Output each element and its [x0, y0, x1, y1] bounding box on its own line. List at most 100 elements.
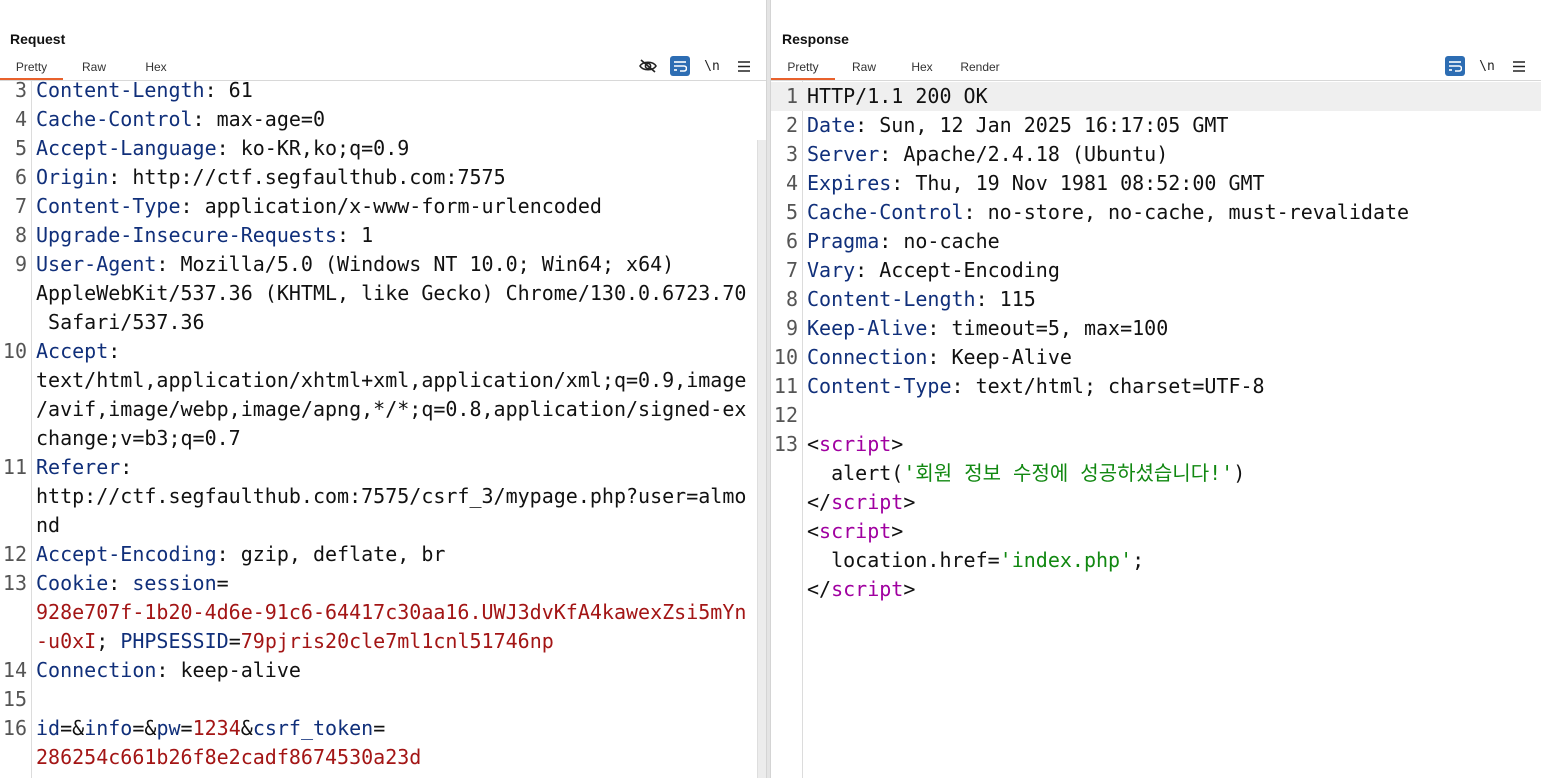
code-token: Content-Length — [36, 78, 205, 102]
code-line: 14 Connection: keep-alive — [0, 656, 766, 685]
line-number: 7 — [14, 194, 27, 218]
line-content: location.href='index.php'; — [807, 546, 1144, 575]
line-content: <script> — [807, 430, 903, 459]
line-number: 11 — [773, 374, 798, 398]
code-token: : Apache/2.4.18 (Ubuntu) — [879, 142, 1169, 166]
code-line: 15 — [0, 685, 766, 714]
code-token: : application/x-www-form-urlencoded — [180, 194, 602, 218]
line-number: 4 — [14, 107, 27, 131]
code-line: 4 Expires: Thu, 19 Nov 1981 08:52:00 GMT — [771, 169, 1541, 198]
response-toolbar: \n — [1445, 55, 1529, 77]
code-token: ) — [1233, 461, 1246, 485]
request-editor[interactable]: 3 Content-Length: 61 4 Cache-Control: max-a… — [0, 78, 766, 778]
code-line: 2 Date: Sun, 12 Jan 2025 16:17:05 GMT — [771, 111, 1541, 140]
line-number: 6 — [785, 229, 798, 253]
tab-hex[interactable]: Hex — [893, 58, 951, 80]
code-token: script — [819, 432, 892, 456]
code-token: Cookie — [36, 571, 109, 595]
code-token: : Mozilla/5.0 (Windows NT 10.0; Win64; x… — [156, 252, 675, 276]
newline-toggle-button[interactable]: \n — [702, 56, 722, 76]
code-line: 7 Content-Type: application/x-www-form-ur… — [0, 192, 766, 221]
line-content: Cache-Control: no-store, no-cache, must-… — [807, 198, 1409, 227]
code-line: </script> — [771, 488, 1541, 517]
code-token: > — [903, 490, 916, 514]
code-token: pw — [156, 716, 181, 740]
line-content: </script> — [807, 488, 915, 517]
request-title: Request — [10, 31, 66, 47]
line-content: change;v=b3;q=0.7 — [36, 424, 241, 453]
code-token: '회원 정보 수정에 성공하셨습니다!' — [903, 461, 1234, 485]
line-number: 3 — [14, 78, 27, 102]
newline-toggle-button[interactable]: \n — [1477, 56, 1497, 76]
code-token: script — [831, 577, 904, 601]
eye-off-icon[interactable] — [638, 56, 658, 76]
code-token: alert( — [807, 461, 904, 485]
code-line: 9 Keep-Alive: timeout=5, max=100 — [771, 314, 1541, 343]
code-line: Safari/537.36 — [0, 308, 766, 337]
code-line: 7 Vary: Accept-Encoding — [771, 256, 1541, 285]
code-line: 3 Server: Apache/2.4.18 (Ubuntu) — [771, 140, 1541, 169]
code-line: alert('회원 정보 수정에 성공하셨습니다!') — [771, 459, 1541, 488]
code-line: 6 Pragma: no-cache — [771, 227, 1541, 256]
line-number: 3 — [785, 142, 798, 166]
code-token: : Accept-Encoding — [855, 258, 1060, 282]
line-number: 2 — [785, 113, 798, 137]
line-number: 9 — [14, 252, 27, 276]
code-line: 11 Referer: — [0, 453, 766, 482]
line-content: /avif,image/webp,image/apng,*/*;q=0.8,ap… — [36, 395, 746, 424]
code-token: session — [132, 571, 217, 595]
code-token: http://ctf.segfaulthub.com:7575/csrf_3/m… — [36, 484, 747, 508]
code-token: : 61 — [204, 78, 253, 102]
code-token: Server — [807, 142, 880, 166]
code-line: 5 Accept-Language: ko-KR,ko;q=0.9 — [0, 134, 766, 163]
line-content: Vary: Accept-Encoding — [807, 256, 1060, 285]
line-content: User-Agent: Mozilla/5.0 (Windows NT 10.0… — [36, 250, 674, 279]
code-token: script — [831, 490, 904, 514]
code-token: & — [240, 716, 253, 740]
code-token: Content-Type — [36, 194, 181, 218]
tab-pretty[interactable]: Pretty — [771, 58, 835, 80]
line-content: 286254c661b26f8e2cadf8674530a23d — [36, 743, 421, 772]
line-content: AppleWebKit/537.36 (KHTML, like Gecko) C… — [36, 279, 746, 308]
code-line: http://ctf.segfaulthub.com:7575/csrf_3/m… — [0, 482, 766, 511]
code-token: AppleWebKit/537.36 (KHTML, like Gecko) C… — [36, 281, 747, 305]
line-number: 8 — [785, 287, 798, 311]
line-content: Accept: — [36, 337, 120, 366]
line-number: 5 — [785, 200, 798, 224]
code-token: /avif,image/webp,image/apng,*/*;q=0.8,ap… — [36, 397, 747, 421]
code-line: AppleWebKit/537.36 (KHTML, like Gecko) C… — [0, 279, 766, 308]
request-toolbar: \n — [638, 55, 754, 77]
tab-raw[interactable]: Raw — [835, 58, 893, 80]
line-content: Safari/537.36 — [36, 308, 205, 337]
line-content: Connection: Keep-Alive — [807, 343, 1072, 372]
response-editor[interactable]: 1 HTTP/1.1 200 OK 2 Date: Sun, 12 Jan 2025 … — [771, 81, 1541, 778]
code-line: 1 HTTP/1.1 200 OK — [771, 82, 1541, 111]
request-scrollbar[interactable] — [757, 140, 766, 778]
code-token: </ — [807, 490, 832, 514]
code-line: 11 Content-Type: text/html; charset=UTF-8 — [771, 372, 1541, 401]
line-number: 14 — [2, 658, 27, 682]
code-token: info — [84, 716, 133, 740]
code-token: Content-Length — [807, 287, 976, 311]
line-content: Content-Length: 115 — [807, 285, 1036, 314]
code-line: 10 Accept: — [0, 337, 766, 366]
wrap-lines-icon[interactable] — [670, 56, 690, 76]
line-number: 11 — [2, 455, 27, 479]
wrap-lines-icon[interactable] — [1445, 56, 1465, 76]
code-token: id — [36, 716, 61, 740]
line-content: Expires: Thu, 19 Nov 1981 08:52:00 GMT — [807, 169, 1265, 198]
hamburger-menu-icon[interactable] — [734, 56, 754, 76]
code-token: Connection — [36, 658, 157, 682]
code-token: : Keep-Alive — [927, 345, 1072, 369]
line-content: -u0xI; PHPSESSID=79pjris20cle7ml1cnl5174… — [36, 627, 554, 656]
code-line: 4 Cache-Control: max-age=0 — [0, 105, 766, 134]
line-content: 928e707f-1b20-4d6e-91c6-64417c30aa16.UWJ… — [36, 598, 746, 627]
code-token: : Sun, 12 Jan 2025 16:17:05 GMT — [855, 113, 1229, 137]
hamburger-menu-icon[interactable] — [1509, 56, 1529, 76]
line-content: Cache-Control: max-age=0 — [36, 105, 325, 134]
code-line: 10 Connection: Keep-Alive — [771, 343, 1541, 372]
tab-render[interactable]: Render — [951, 58, 1009, 80]
line-content: Origin: http://ctf.segfaulthub.com:7575 — [36, 163, 506, 192]
line-number: 8 — [14, 223, 27, 247]
code-token: : text/html; charset=UTF-8 — [951, 374, 1265, 398]
